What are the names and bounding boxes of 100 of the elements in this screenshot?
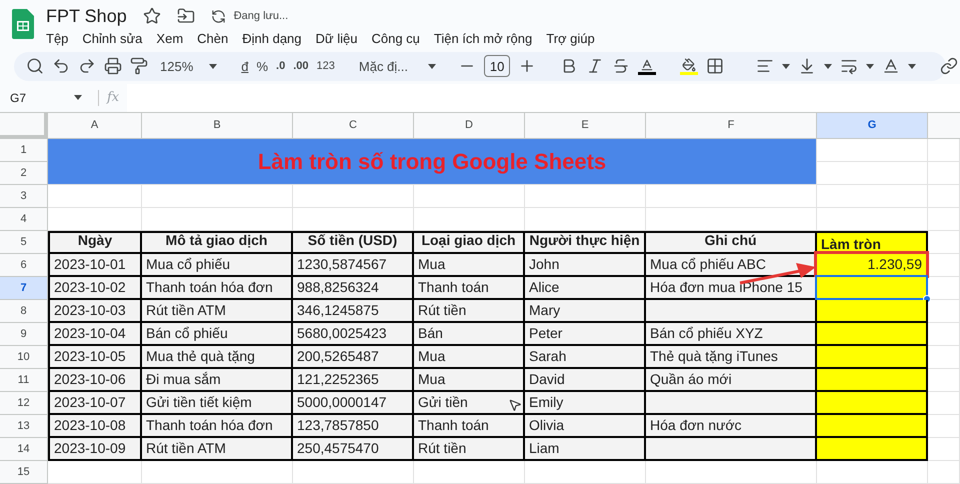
title-cell: Làm tròn số trong Google Sheets (48, 139, 817, 185)
row-header[interactable]: 7 (0, 277, 48, 300)
borders-icon[interactable] (706, 57, 724, 76)
row-header[interactable]: 12 (0, 392, 48, 415)
zoom-dropdown[interactable]: 125% (160, 56, 218, 76)
column-header[interactable]: C (293, 113, 414, 139)
cell-value: 2023-10-04 (54, 324, 126, 343)
cell-value: Liam (529, 439, 560, 458)
strikethrough-icon[interactable] (612, 57, 630, 76)
cell-value: Bán cổ phiếu XYZ (650, 324, 763, 343)
spreadsheet-logo-icon[interactable] (12, 9, 34, 39)
sync-icon[interactable] (210, 8, 226, 24)
column-header[interactable]: A (48, 113, 142, 139)
undo-icon[interactable] (52, 57, 70, 76)
currency-format-button[interactable]: đ (241, 56, 248, 76)
column-header[interactable]: E (525, 113, 646, 139)
menu-item[interactable]: Chỉnh sửa (82, 29, 142, 49)
header-cell: Ghi chú (646, 231, 817, 254)
menu-item[interactable]: Công cụ (371, 29, 420, 49)
cell-value: 2023-10-05 (54, 347, 126, 366)
menu-item[interactable]: Định dạng (242, 29, 302, 49)
row-header[interactable]: 13 (0, 415, 48, 438)
document-title[interactable]: FPT Shop (46, 2, 127, 30)
percent-format-button[interactable]: % (256, 56, 268, 76)
column-header[interactable]: D (414, 113, 525, 139)
row-header[interactable]: 11 (0, 369, 48, 392)
column-header[interactable]: F (646, 113, 817, 139)
row-header[interactable]: 15 (0, 461, 48, 484)
row-header[interactable]: 3 (0, 185, 48, 208)
cell-value: 5000,0000147 (297, 393, 387, 412)
menu-item[interactable]: Tiện ích mở rộng (434, 29, 532, 49)
fill-color-icon[interactable] (680, 58, 698, 75)
increase-decimal-button[interactable]: .00 (293, 58, 309, 74)
menu-item[interactable]: Chèn (197, 29, 228, 49)
star-icon[interactable] (142, 7, 161, 25)
cell-value: 250,4575470 (297, 439, 379, 458)
menu-item[interactable]: Dữ liệu (316, 29, 358, 49)
text-wrap-icon[interactable] (840, 57, 858, 76)
table-cell (928, 185, 960, 208)
print-icon[interactable] (104, 57, 122, 76)
paint-format-icon[interactable] (130, 57, 148, 76)
text-rotation-icon[interactable] (882, 57, 900, 76)
search-icon[interactable] (26, 57, 44, 76)
cell-value: 200,5265487 (297, 347, 379, 366)
formula-label: fx (107, 89, 120, 107)
more-formats-button[interactable]: 123 (316, 58, 335, 74)
save-status: Đang lưu... (234, 8, 288, 24)
cell-value: Sarah (529, 347, 566, 366)
row-header[interactable]: 1 (0, 139, 48, 162)
cell-value: Mua (418, 370, 446, 389)
dropdown-caret-icon (428, 64, 436, 69)
link-icon[interactable] (940, 57, 958, 76)
cell-value: Emily (529, 393, 564, 412)
table-cell (928, 392, 960, 415)
row-header[interactable]: 10 (0, 346, 48, 369)
cell-value: 1.230,59 (868, 255, 922, 274)
cell-value: Mua cổ phiếu (146, 255, 230, 274)
header-cell: Loại giao dịch (414, 231, 525, 254)
table-cell (928, 323, 960, 346)
table-cell (928, 461, 960, 484)
cell-value: David (529, 370, 565, 389)
cell-value: Mua thẻ quà tặng (146, 347, 255, 366)
folder-icon[interactable] (176, 7, 195, 25)
column-header[interactable]: B (142, 113, 293, 139)
column-header[interactable]: G (817, 113, 928, 139)
row-header[interactable]: 5 (0, 231, 48, 254)
header-cell: Mô tả giao dịch (142, 231, 293, 254)
cell-value: 2023-10-08 (54, 416, 126, 435)
cell-value: Mua (418, 347, 446, 366)
row-header[interactable]: 2 (0, 162, 48, 185)
cell-value: 2023-10-06 (54, 370, 126, 389)
row-header[interactable]: 14 (0, 438, 48, 461)
cell-value: Quần áo mới (650, 370, 732, 389)
table-cell (928, 438, 960, 461)
dropdown-caret-icon (866, 64, 874, 69)
row-header[interactable]: 9 (0, 323, 48, 346)
cell-value: Alice (529, 278, 560, 297)
font-dropdown[interactable]: Mặc đị... (358, 56, 434, 76)
dropdown-caret-icon (782, 64, 790, 69)
decrease-decimal-button[interactable]: .0 (276, 58, 286, 74)
table-cell (928, 162, 960, 185)
cell-value: Thẻ quà tặng iTunes (650, 347, 778, 366)
row-header[interactable]: 8 (0, 300, 48, 323)
dropdown-caret-icon (209, 64, 218, 69)
menu-item[interactable]: Xem (156, 29, 184, 49)
cell-value: Hóa đơn nước (650, 416, 742, 435)
formula-field[interactable] (127, 84, 960, 112)
name-box[interactable]: G7 (0, 88, 90, 107)
redo-icon[interactable] (78, 57, 96, 76)
cell-value: Thanh toán hóa đơn (146, 278, 273, 297)
menu-item[interactable]: Tệp (46, 29, 68, 49)
row-header[interactable]: 4 (0, 208, 48, 231)
font-size-field[interactable]: 10 (484, 55, 510, 78)
menu-item[interactable]: Trợ giúp (546, 29, 595, 49)
cell-value: 2023-10-02 (54, 278, 126, 297)
cell-value: John (529, 255, 560, 274)
row-header[interactable]: 6 (0, 254, 48, 277)
text-color-icon[interactable] (638, 58, 656, 75)
cell-value: Gửi tiền tiết kiệm (146, 393, 252, 412)
cell-value: 2023-10-07 (54, 393, 126, 412)
